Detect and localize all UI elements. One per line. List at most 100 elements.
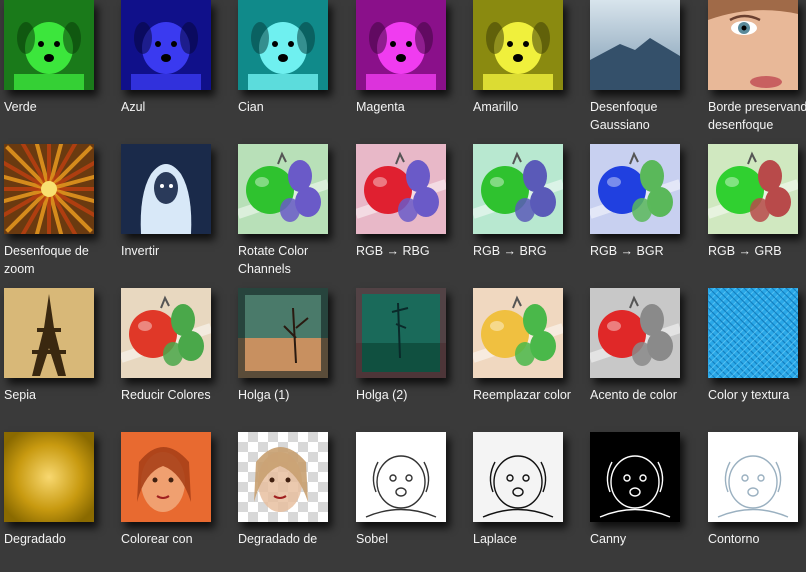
- effect-thumbnail[interactable]: [121, 288, 211, 378]
- effect-thumbnail[interactable]: [356, 288, 446, 378]
- effect-tile-desenfoque-de-zoom[interactable]: Desenfoque de zoom: [0, 144, 117, 284]
- effect-preview-image: [4, 288, 94, 378]
- effect-tile-acento-de-color[interactable]: Acento de color: [586, 288, 703, 428]
- effect-preview-image: [473, 144, 563, 234]
- effect-thumbnail[interactable]: [121, 144, 211, 234]
- effect-tile-holga-2[interactable]: Holga (2): [352, 288, 469, 428]
- effect-preview-image: [356, 144, 446, 234]
- effect-label: Azul: [121, 100, 146, 114]
- effect-preview-image: [4, 144, 94, 234]
- effect-tile-canny[interactable]: Canny: [586, 432, 703, 572]
- effect-tile-reducir-colores[interactable]: Reducir Colores: [117, 288, 234, 428]
- effect-thumbnail[interactable]: [238, 0, 328, 90]
- effect-preview-image: [356, 432, 446, 522]
- effect-thumbnail[interactable]: [473, 288, 563, 378]
- effect-tile-magenta[interactable]: Magenta: [352, 0, 469, 140]
- effect-preview-image: [356, 0, 446, 90]
- effect-tile-laplace[interactable]: Laplace: [469, 432, 586, 572]
- effect-thumbnail[interactable]: [590, 432, 680, 522]
- effect-preview-image: [238, 432, 328, 522]
- effects-grid: Verde Azul Cian Magenta Amarillo Desenfoque G…: [0, 0, 806, 547]
- effect-label: Cian: [238, 100, 264, 114]
- effect-preview-image: [590, 432, 680, 522]
- effect-label: Invertir: [121, 244, 160, 258]
- effect-tile-rotate-color-channels[interactable]: Rotate Color Channels: [234, 144, 351, 284]
- effect-thumbnail[interactable]: [121, 432, 211, 522]
- effect-tile-invertir[interactable]: Invertir: [117, 144, 234, 284]
- effect-thumbnail[interactable]: [473, 0, 563, 90]
- effect-label: Sepia: [4, 388, 36, 402]
- effect-label: Sobel: [356, 532, 388, 546]
- effect-label: Borde preservando desenfoque: [708, 100, 806, 132]
- effect-thumbnail[interactable]: [238, 288, 328, 378]
- effect-tile-borde-preservando-desenfoque[interactable]: Borde preservando desenfoque: [704, 0, 806, 140]
- effect-thumbnail[interactable]: [4, 0, 94, 90]
- effect-tile-desenfoque-gaussiano[interactable]: Desenfoque Gaussiano: [586, 0, 703, 140]
- effect-label: Canny: [590, 532, 627, 546]
- effect-thumbnail[interactable]: [238, 144, 328, 234]
- effect-label: Desenfoque de zoom: [4, 244, 89, 276]
- effect-tile-reemplazar-color[interactable]: Reemplazar color: [469, 288, 586, 428]
- effect-thumbnail[interactable]: [590, 288, 680, 378]
- effect-thumbnail[interactable]: [121, 0, 211, 90]
- effect-thumbnail[interactable]: [4, 432, 94, 522]
- effect-tile-verde[interactable]: Verde: [0, 0, 117, 140]
- effect-label: Reemplazar color: [473, 388, 571, 402]
- effect-preview-image: [238, 0, 328, 90]
- effect-tile-degradado-de[interactable]: Degradado de: [234, 432, 351, 572]
- effect-tile-cian[interactable]: Cian: [234, 0, 351, 140]
- effect-preview-image: [238, 144, 328, 234]
- effect-preview-image: [473, 432, 563, 522]
- effect-thumbnail[interactable]: [4, 144, 94, 234]
- effect-preview-image: [356, 288, 446, 378]
- effect-tile-color-y-textura[interactable]: Color y textura: [704, 288, 806, 428]
- effect-thumbnail[interactable]: [590, 144, 680, 234]
- effect-thumbnail[interactable]: [708, 0, 798, 90]
- effect-thumbnail[interactable]: [708, 432, 798, 522]
- effect-thumbnail[interactable]: [4, 288, 94, 378]
- effect-tile-degradado[interactable]: Degradado: [0, 432, 117, 572]
- effect-tile-rgb-rbg[interactable]: RGB → RBG: [352, 144, 469, 284]
- effect-tile-amarillo[interactable]: Amarillo: [469, 0, 586, 140]
- effect-label: Rotate Color Channels: [238, 244, 309, 276]
- effect-preview-image: [473, 0, 563, 90]
- effect-thumbnail[interactable]: [356, 0, 446, 90]
- effect-label: Degradado: [4, 532, 66, 546]
- effect-label: Laplace: [473, 532, 517, 546]
- effect-tile-colorear-con[interactable]: Colorear con: [117, 432, 234, 572]
- effect-label: Reducir Colores: [121, 388, 211, 402]
- effect-label: Color y textura: [708, 388, 790, 402]
- effect-thumbnail[interactable]: [356, 144, 446, 234]
- effect-preview-image: [708, 0, 798, 90]
- effect-preview-image: [121, 432, 211, 522]
- effect-thumbnail[interactable]: [708, 144, 798, 234]
- effect-label: Verde: [4, 100, 37, 114]
- effect-tile-rgb-grb[interactable]: RGB → GRB: [704, 144, 806, 284]
- effect-thumbnail[interactable]: [356, 432, 446, 522]
- effect-label: Desenfoque Gaussiano: [590, 100, 658, 132]
- effect-preview-image: [590, 0, 680, 90]
- effect-tile-rgb-brg[interactable]: RGB → BRG: [469, 144, 586, 284]
- effect-tile-holga-1[interactable]: Holga (1): [234, 288, 351, 428]
- effect-preview-image: [4, 432, 94, 522]
- effect-thumbnail[interactable]: [473, 432, 563, 522]
- effect-label: RGB → GRB: [708, 244, 782, 258]
- effect-preview-image: [121, 0, 211, 90]
- effect-preview-image: [590, 144, 680, 234]
- effect-tile-contorno[interactable]: Contorno: [704, 432, 806, 572]
- effect-tile-sobel[interactable]: Sobel: [352, 432, 469, 572]
- effect-label: RGB → RBG: [356, 244, 430, 258]
- effect-preview-image: [708, 144, 798, 234]
- effect-thumbnail[interactable]: [590, 0, 680, 90]
- effect-label: Contorno: [708, 532, 760, 546]
- effect-preview-image: [238, 288, 328, 378]
- effect-thumbnail[interactable]: [473, 144, 563, 234]
- effect-thumbnail[interactable]: [238, 432, 328, 522]
- effect-thumbnail[interactable]: [708, 288, 798, 378]
- effect-preview-image: [4, 0, 94, 90]
- effect-preview-image: [121, 144, 211, 234]
- effect-tile-sepia[interactable]: Sepia: [0, 288, 117, 428]
- effect-tile-azul[interactable]: Azul: [117, 0, 234, 140]
- effect-label: Degradado de: [238, 532, 318, 546]
- effect-tile-rgb-bgr[interactable]: RGB → BGR: [586, 144, 703, 284]
